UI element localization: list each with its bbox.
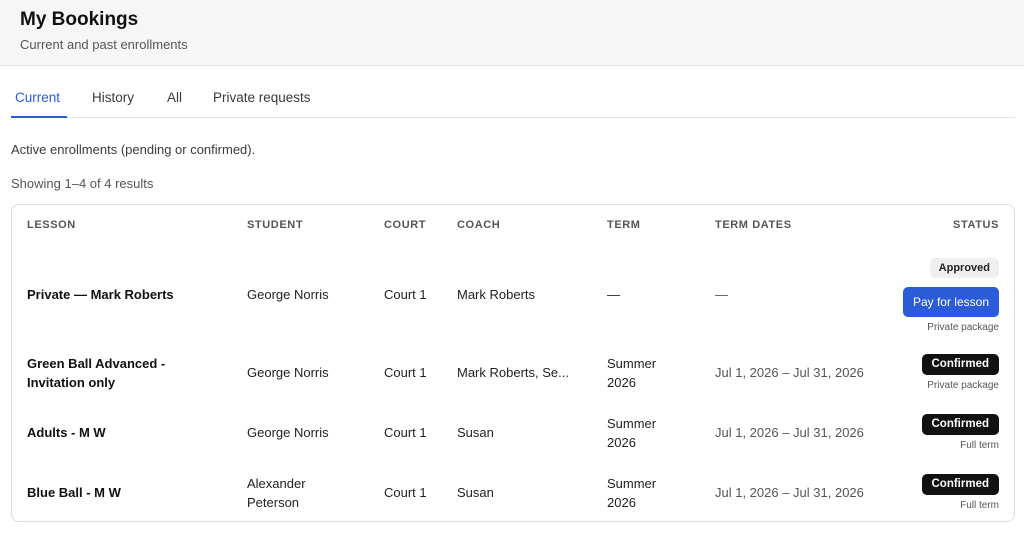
active-tab-indicator [11, 116, 67, 118]
status-cell: Confirmed Full term [921, 474, 999, 512]
court-name: Court 1 [384, 365, 427, 380]
lesson-name: Adults - M W [27, 425, 106, 440]
term-name: Summer 2026 [607, 416, 657, 450]
lesson-name: Private — Mark Roberts [27, 287, 174, 302]
coach-name: Mark Roberts, Se... [457, 365, 569, 380]
coach-name: Susan [457, 425, 494, 440]
term-name: — [607, 287, 620, 302]
court-name: Court 1 [384, 287, 427, 302]
tab-label: Current [15, 90, 61, 105]
coach-name: Susan [457, 485, 494, 500]
tab-private-requests[interactable]: Private requests [213, 90, 311, 106]
tab-current[interactable]: Current [15, 90, 60, 106]
court-name: Court 1 [384, 425, 427, 440]
page-header: My Bookings Current and past enrollments [0, 0, 1024, 66]
status-cell: Confirmed Full term [921, 414, 999, 452]
tab-bar: Current History All Private requests [11, 66, 1015, 118]
section-description: Active enrollments (pending or confirmed… [11, 142, 256, 157]
page-subtitle: Current and past enrollments [20, 37, 188, 52]
tab-label: All [167, 90, 183, 105]
status-note: Full term [960, 440, 999, 451]
tab-label: History [92, 90, 135, 105]
column-header-coach: COACH [457, 219, 501, 231]
column-header-court: COURT [384, 219, 427, 231]
column-header-student: STUDENT [247, 219, 304, 231]
status-cell: Approved Pay for lesson Private package [902, 258, 999, 334]
column-header-lesson: LESSON [27, 219, 76, 231]
term-dates: — [715, 287, 728, 302]
lesson-name: Green Ball Advanced - Invitation only [27, 356, 166, 390]
term-dates: Jul 1, 2026 – Jul 31, 2026 [715, 485, 864, 500]
court-name: Court 1 [384, 485, 427, 500]
status-note: Private package [927, 380, 999, 391]
lesson-name: Blue Ball - M W [27, 485, 121, 500]
status-badge: Approved [929, 258, 999, 278]
status-badge: Confirmed [921, 354, 999, 375]
bookings-table: LESSON STUDENT COURT COACH TERM TERM DAT… [11, 204, 1015, 522]
status-note: Full term [960, 500, 999, 511]
tab-all[interactable]: All [167, 90, 182, 106]
student-name: Alexander Peterson [247, 476, 306, 510]
coach-name: Mark Roberts [457, 287, 536, 302]
tab-label: Private requests [213, 90, 311, 105]
term-dates: Jul 1, 2026 – Jul 31, 2026 [715, 365, 864, 380]
results-count: Showing 1–4 of 4 results [11, 176, 154, 191]
term-dates: Jul 1, 2026 – Jul 31, 2026 [715, 425, 864, 440]
status-cell: Confirmed Private package [921, 354, 999, 392]
status-badge: Confirmed [921, 414, 999, 435]
status-badge: Confirmed [921, 474, 999, 495]
pay-for-lesson-button[interactable]: Pay for lesson [902, 287, 999, 317]
status-note: Private package [927, 322, 999, 333]
term-name: Summer 2026 [607, 356, 657, 390]
column-header-status: STATUS [953, 219, 999, 231]
term-name: Summer 2026 [607, 476, 657, 510]
student-name: George Norris [247, 425, 329, 440]
student-name: George Norris [247, 365, 329, 380]
page-title: My Bookings [20, 9, 139, 30]
column-header-term: TERM [607, 219, 641, 231]
student-name: George Norris [247, 287, 329, 302]
column-header-term-dates: TERM DATES [715, 219, 792, 231]
tab-history[interactable]: History [92, 90, 134, 106]
